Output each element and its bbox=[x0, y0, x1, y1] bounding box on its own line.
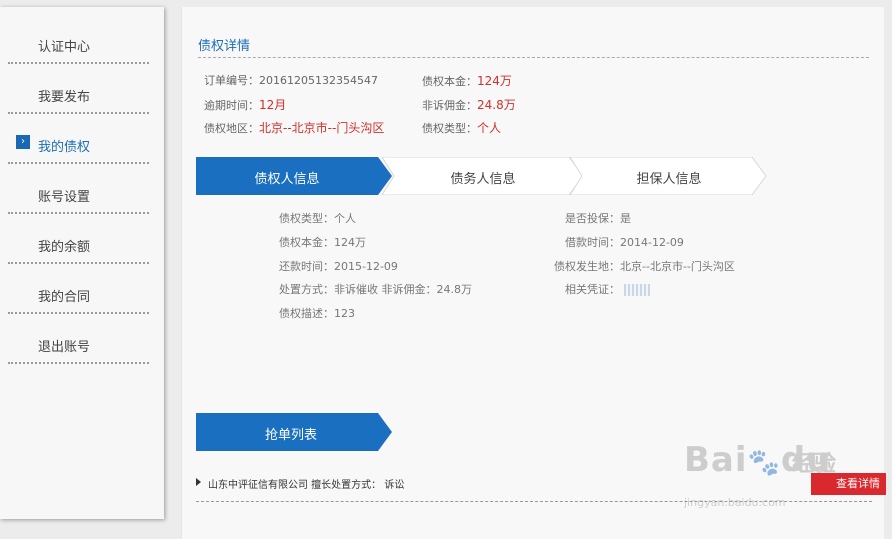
grab-list-tab[interactable]: 抢单列表 bbox=[196, 413, 392, 451]
sidebar-item-label: 我的债权 bbox=[38, 140, 91, 155]
baidu-jingyan-watermark: Bai🐾du 经验 jingyan.baidu.com bbox=[684, 440, 884, 520]
sidebar-item-account-settings[interactable]: 账号设置 bbox=[8, 164, 149, 214]
tab-label: 债权人信息 bbox=[254, 172, 320, 187]
sidebar-item-label: 我的合同 bbox=[38, 290, 91, 305]
sidebar: 认证中心 我要发布 › 我的债权 账号设置 我的余额 我的合同 退出账号 bbox=[0, 7, 164, 519]
overdue-time: 逾期时间：12月 bbox=[204, 98, 287, 112]
non-litigation-commission: 非诉佣金：24.8万 bbox=[422, 98, 516, 112]
detail-claim-type: 债权类型：个人 bbox=[279, 212, 356, 225]
divider bbox=[198, 57, 869, 58]
sidebar-item-label: 账号设置 bbox=[38, 190, 91, 205]
chevron-right-icon: › bbox=[16, 135, 30, 149]
sidebar-item-contracts[interactable]: 我的合同 bbox=[8, 264, 149, 314]
triangle-right-icon bbox=[196, 478, 201, 486]
order-number: 订单编号：20161205132354547 bbox=[204, 74, 378, 87]
sidebar-item-label: 我要发布 bbox=[38, 90, 91, 105]
detail-repay-time: 还款时间：2015-12-09 bbox=[279, 260, 398, 273]
detail-method: 处置方式：非诉催收 非诉佣金：24.8万 bbox=[279, 283, 472, 296]
watermark-cn: 经验 bbox=[792, 452, 837, 477]
section-title: 债权详情 bbox=[198, 39, 251, 54]
tab-creditor-info[interactable]: 债权人信息 bbox=[196, 157, 392, 195]
sidebar-item-balance[interactable]: 我的余额 bbox=[8, 214, 149, 264]
sidebar-item-label: 认证中心 bbox=[38, 40, 91, 55]
claim-type: 债权类型：个人 bbox=[422, 121, 502, 135]
tab-debtor-info[interactable]: 债务人信息 bbox=[382, 157, 584, 195]
tab-label: 抢单列表 bbox=[264, 428, 317, 443]
sidebar-item-publish[interactable]: 我要发布 bbox=[8, 64, 149, 114]
detail-borrow-time: 借款时间：2014-12-09 bbox=[565, 236, 684, 249]
detail-insured: 是否投保：是 bbox=[565, 212, 631, 225]
sidebar-item-auth-center[interactable]: 认证中心 bbox=[8, 14, 149, 64]
claim-region: 债权地区：北京--北京市--门头沟区 bbox=[204, 121, 385, 135]
tab-label: 债务人信息 bbox=[450, 172, 516, 187]
sidebar-item-label: 退出账号 bbox=[38, 340, 91, 355]
detail-principal: 债权本金：124万 bbox=[279, 236, 366, 249]
watermark-url: jingyan.baidu.com bbox=[684, 496, 786, 509]
detail-evidence: 相关凭证： bbox=[565, 281, 650, 297]
sidebar-item-my-claims[interactable]: › 我的债权 bbox=[8, 114, 149, 164]
info-tabs: 债权人信息 债务人信息 担保人信息 bbox=[196, 157, 796, 195]
sidebar-item-logout[interactable]: 退出账号 bbox=[8, 314, 149, 364]
detail-claim-place: 债权发生地：北京--北京市--门头沟区 bbox=[554, 260, 735, 273]
evidence-thumbnail[interactable] bbox=[623, 284, 650, 296]
claim-principal: 债权本金：124万 bbox=[422, 74, 512, 88]
detail-evidence-label: 相关凭证： bbox=[565, 283, 620, 296]
list-item-text: 山东中评征信有限公司 擅长处置方式： 诉讼 bbox=[208, 480, 405, 491]
tab-label: 担保人信息 bbox=[636, 172, 702, 187]
detail-description: 债权描述：123 bbox=[279, 307, 355, 320]
tab-guarantor-info[interactable]: 担保人信息 bbox=[570, 157, 768, 195]
sidebar-item-label: 我的余额 bbox=[38, 240, 91, 255]
